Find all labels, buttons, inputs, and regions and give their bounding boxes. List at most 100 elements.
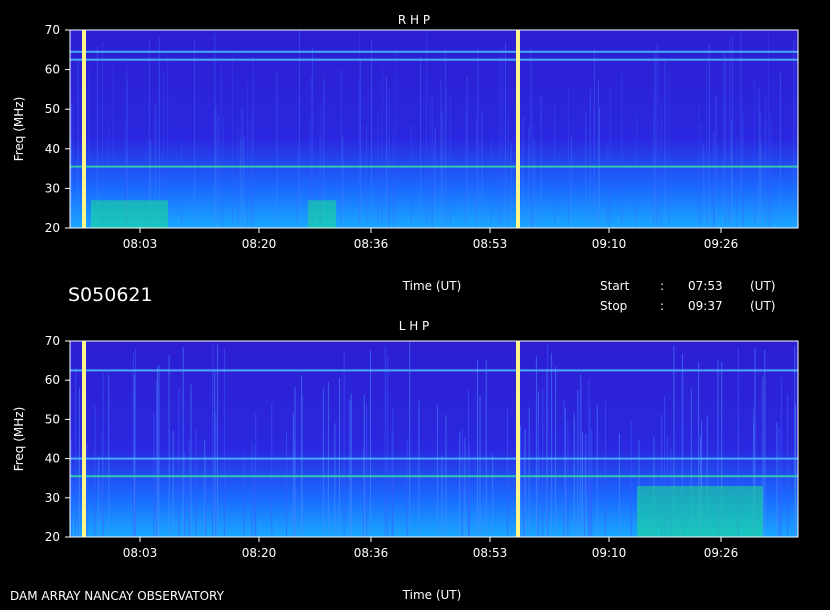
- y-tick-label: 30: [45, 491, 60, 505]
- noise-streak: [334, 423, 336, 537]
- noise-streak: [464, 437, 466, 537]
- noise-streak: [703, 143, 705, 228]
- noise-streak: [341, 69, 342, 228]
- x-tick-label: 08:20: [242, 546, 277, 560]
- noise-streak: [477, 46, 479, 228]
- noise-streak: [239, 137, 241, 228]
- noise-streak: [657, 44, 659, 228]
- noise-streak: [591, 429, 593, 537]
- noise-streak: [255, 413, 257, 537]
- noise-streak: [441, 455, 443, 537]
- noise-streak: [168, 354, 170, 537]
- session-id: S050621: [68, 284, 153, 306]
- noise-streak: [725, 52, 727, 229]
- noise-streak: [501, 46, 503, 229]
- noise-streak: [94, 405, 96, 537]
- noise-streak: [75, 366, 77, 537]
- calibration-line: [516, 30, 520, 228]
- start-value: 07:53: [688, 279, 723, 293]
- noise-streak: [214, 369, 216, 537]
- x-tick-label: 08:53: [473, 546, 508, 560]
- noise-streak: [366, 124, 368, 228]
- noise-streak: [194, 39, 196, 228]
- noise-streak: [477, 359, 478, 537]
- noise-streak: [713, 130, 715, 228]
- noise-streak: [388, 131, 389, 228]
- noise-streak: [204, 439, 206, 537]
- noise-streak: [387, 356, 389, 537]
- noise-streak: [523, 446, 525, 537]
- y-tick-label: 20: [45, 221, 60, 235]
- noise-streak: [250, 116, 252, 228]
- noise-streak: [742, 122, 744, 228]
- noise-streak: [251, 441, 253, 537]
- panel-title: R H P: [398, 13, 430, 27]
- x-axis-label: Time (UT): [402, 279, 462, 293]
- noise-streak: [582, 431, 583, 537]
- noise-streak: [392, 408, 394, 537]
- noise-streak: [292, 413, 294, 537]
- noise-streak: [286, 430, 287, 537]
- noise-streak: [596, 405, 598, 537]
- noise-streak: [609, 88, 611, 228]
- noise-streak: [593, 48, 595, 229]
- noise-streak: [466, 76, 468, 228]
- noise-streak: [535, 355, 537, 537]
- noise-streak: [567, 85, 569, 228]
- noise-streak: [276, 73, 278, 228]
- calibration-line: [82, 30, 86, 228]
- x-tick-label: 09:10: [592, 546, 627, 560]
- noise-streak: [381, 65, 383, 228]
- noise-streak: [668, 70, 670, 228]
- noise-streak: [71, 439, 73, 537]
- x-tick-label: 08:03: [123, 237, 158, 251]
- noise-streak: [359, 32, 361, 228]
- noise-streak: [540, 96, 542, 228]
- noise-streak: [653, 108, 655, 228]
- noise-streak: [181, 140, 182, 228]
- noise-streak: [215, 412, 217, 537]
- noise-streak: [459, 432, 461, 537]
- stop-unit: (UT): [750, 299, 775, 313]
- noise-streak: [706, 62, 708, 228]
- noise-streak: [585, 112, 587, 228]
- noise-streak: [217, 115, 219, 228]
- noise-streak: [190, 384, 192, 537]
- noise-streak: [564, 407, 566, 537]
- noise-streak: [388, 87, 390, 229]
- interference-line: [70, 58, 798, 61]
- noise-streak: [205, 454, 207, 537]
- noise-streak: [158, 37, 160, 229]
- noise-streak: [567, 420, 569, 537]
- noise-streak: [384, 346, 386, 537]
- noise-streak: [661, 100, 663, 228]
- noise-streak: [533, 139, 535, 228]
- noise-streak: [322, 387, 324, 537]
- noise-streak: [349, 399, 351, 537]
- interference-line: [70, 457, 798, 460]
- noise-streak: [223, 348, 225, 537]
- y-tick-label: 20: [45, 530, 60, 544]
- noise-streak: [465, 111, 467, 228]
- burst-region: [91, 200, 168, 228]
- y-tick-label: 50: [45, 102, 60, 116]
- noise-streak: [468, 442, 470, 537]
- x-tick-label: 09:26: [704, 546, 739, 560]
- noise-streak: [618, 433, 620, 537]
- interference-line: [70, 475, 798, 478]
- noise-streak: [343, 351, 345, 537]
- x-tick-label: 08:53: [473, 237, 508, 251]
- noise-streak: [563, 399, 565, 537]
- noise-streak: [655, 42, 657, 229]
- noise-streak: [604, 401, 606, 537]
- y-tick-label: 60: [45, 63, 60, 77]
- noise-streak: [339, 378, 340, 537]
- noise-streak: [441, 113, 443, 228]
- calibration-line: [82, 341, 86, 537]
- y-tick-label: 40: [45, 142, 60, 156]
- noise-streak: [700, 123, 702, 228]
- noise-streak: [392, 133, 394, 228]
- x-tick-label: 09:10: [592, 237, 627, 251]
- noise-streak: [507, 408, 508, 537]
- y-tick-label: 40: [45, 452, 60, 466]
